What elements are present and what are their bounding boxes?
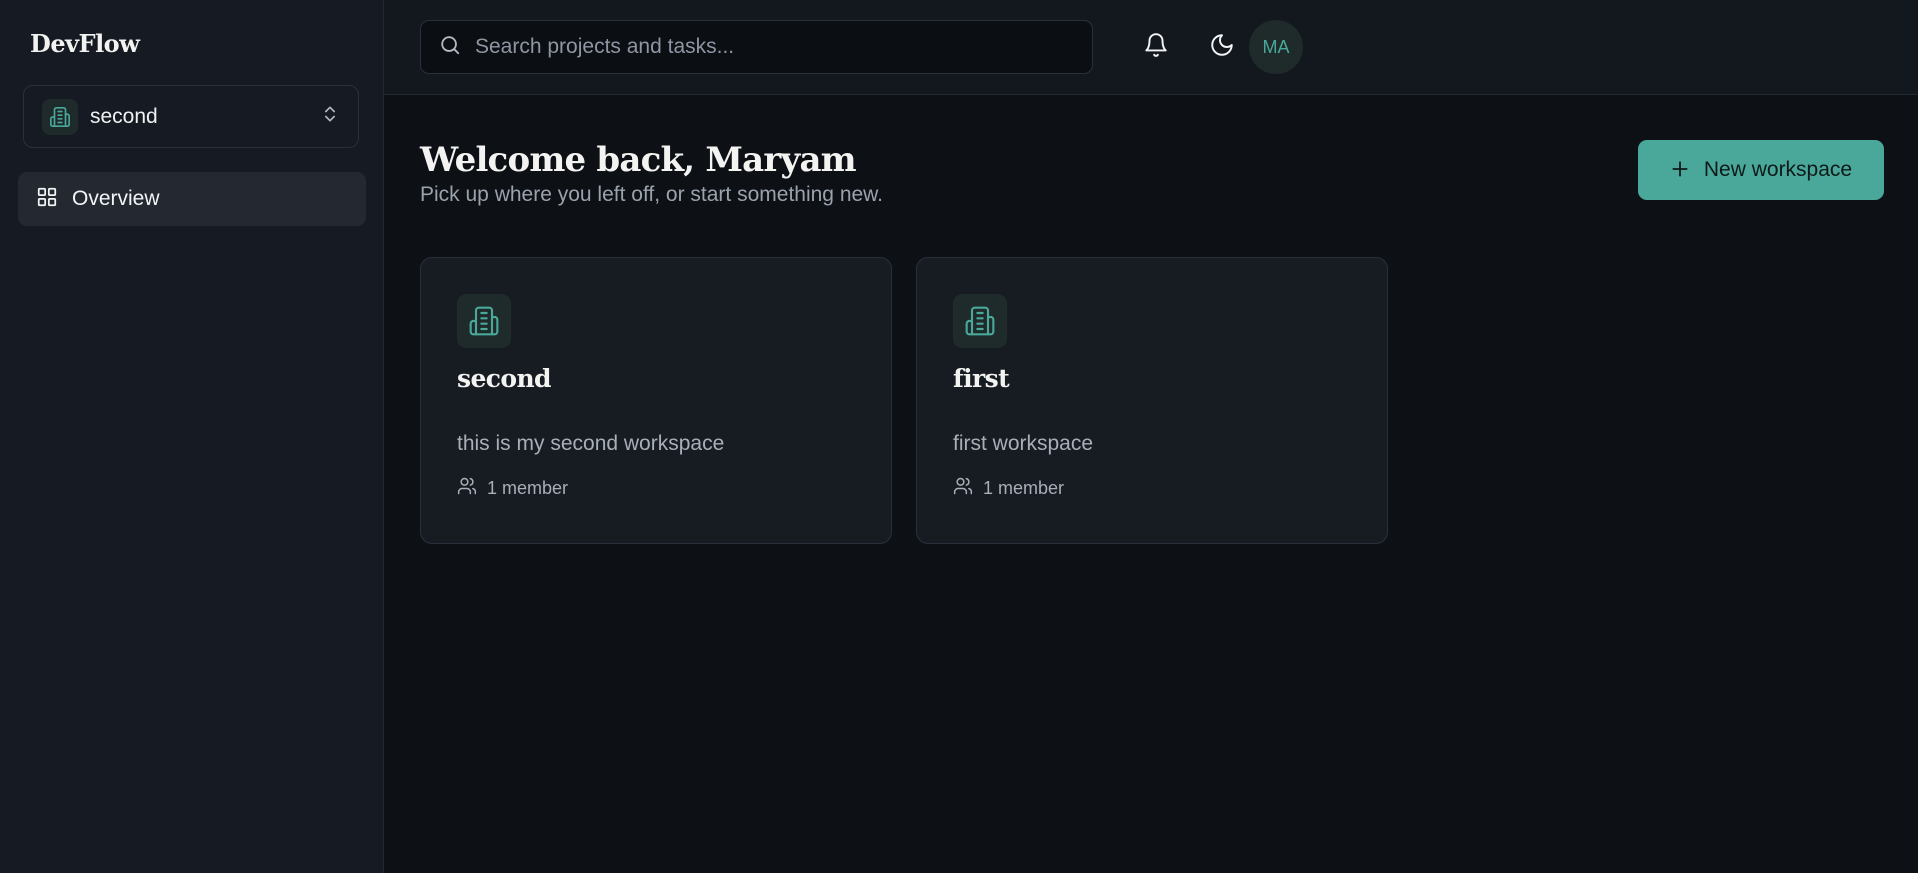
building-icon	[953, 294, 1007, 348]
member-count: 1 member	[487, 478, 569, 498]
workspace-card[interactable]: second this is my second workspace 1 mem…	[420, 257, 892, 544]
new-workspace-label: New workspace	[1703, 158, 1853, 181]
workspace-card-title: first	[953, 364, 1010, 393]
workspace-card-description: first workspace	[953, 432, 1094, 455]
workspace-card[interactable]: first first workspace 1 member	[916, 257, 1388, 544]
plus-icon	[1670, 157, 1690, 183]
search-icon	[439, 34, 461, 61]
theme-toggle-button[interactable]	[1195, 20, 1249, 74]
workspace-card-list: second this is my second workspace 1 mem…	[420, 257, 1884, 544]
notifications-button[interactable]	[1129, 20, 1183, 74]
workspace-card-title: second	[457, 364, 552, 393]
workspace-card-description: this is my second workspace	[457, 432, 725, 455]
users-icon	[457, 476, 477, 501]
search-input[interactable]	[475, 35, 1075, 59]
chevron-up-down-icon	[320, 103, 340, 130]
users-icon	[953, 476, 973, 501]
grid-icon	[36, 186, 58, 213]
main-area: MA Welcome back, Maryam Pick up where yo…	[384, 0, 1918, 873]
member-count: 1 member	[983, 478, 1065, 498]
app-root: DevFlow second Overview Search projects …	[0, 0, 1918, 873]
workspace-card-members: 1 member	[457, 476, 855, 501]
avatar[interactable]: MA	[1249, 20, 1303, 74]
workspace-card-members: 1 member	[953, 476, 1351, 501]
sidebar-item-overview[interactable]: Overview	[18, 172, 366, 226]
moon-icon	[1209, 32, 1235, 63]
search-bar[interactable]	[420, 20, 1093, 74]
new-workspace-button[interactable]: New workspace	[1638, 140, 1884, 200]
building-icon	[42, 98, 78, 135]
topbar: MA	[384, 0, 1918, 95]
building-icon	[457, 294, 511, 348]
bell-icon	[1143, 32, 1169, 63]
workspace-switcher[interactable]: second	[23, 85, 359, 148]
sidebar: DevFlow second Overview	[0, 0, 384, 873]
sidebar-item-label: Overview	[72, 187, 160, 210]
brand-logo[interactable]: DevFlow	[18, 28, 365, 60]
main-content: Welcome back, Maryam Pick up where you l…	[384, 95, 1918, 544]
workspace-switcher-label: second	[90, 104, 158, 128]
